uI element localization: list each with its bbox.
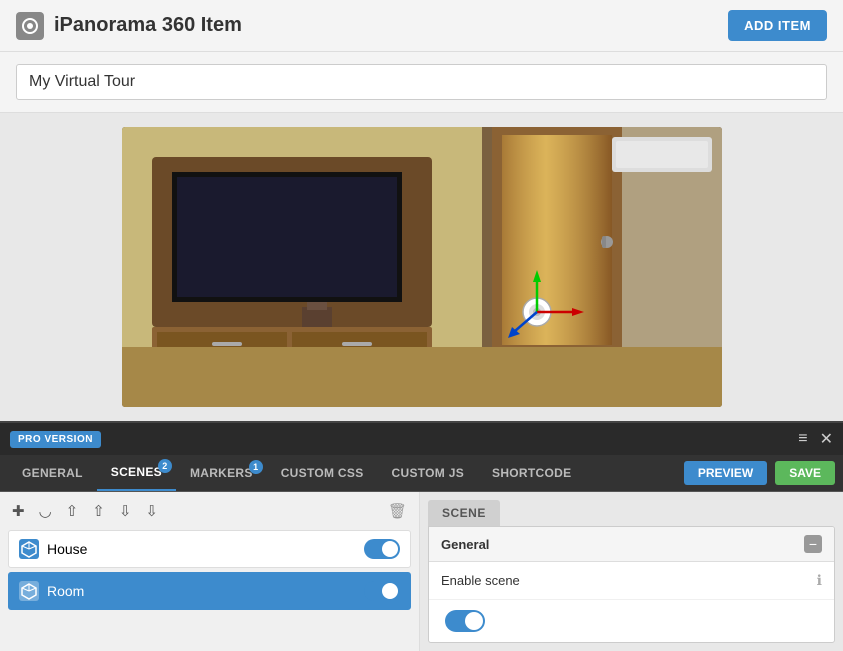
tab-shortcode[interactable]: SHORTCODE (478, 456, 585, 490)
menu-icon[interactable]: ≡ (798, 430, 807, 448)
scenes-toolbar: ✚ ◡ ⇧ ⇧ ⇩ ⇩ 🗑 (8, 500, 411, 522)
page-header: iPanorama 360 Item ADD ITEM (0, 0, 843, 52)
tab-scenes[interactable]: SCENES 2 (97, 455, 176, 491)
tab-custom-js[interactable]: CUSTOM JS (378, 456, 479, 490)
scene-item-house[interactable]: House (8, 530, 411, 568)
markers-badge: 1 (249, 460, 263, 474)
collapse-general-button[interactable]: − (804, 535, 822, 553)
tab-custom-css[interactable]: CUSTOM CSS (267, 456, 378, 490)
tab-markers[interactable]: MARKERS 1 (176, 456, 267, 490)
pro-bar-icons: ≡ ✕ (798, 429, 833, 449)
scene-cube-icon-room (19, 581, 39, 601)
general-section-title: General (441, 537, 489, 552)
delete-scene-button[interactable]: 🗑 (384, 500, 411, 522)
scene-cube-icon (19, 539, 39, 559)
house-toggle[interactable] (364, 539, 400, 559)
preview-section (0, 113, 843, 421)
preview-image (122, 127, 722, 407)
panorama-icon (16, 12, 44, 40)
content-area: ✚ ◡ ⇧ ⇧ ⇩ ⇩ 🗑 House (0, 492, 843, 651)
move-up-button[interactable]: ⇧ (88, 500, 109, 522)
tabs-right-buttons: PREVIEW SAVE (684, 455, 835, 491)
tab-general[interactable]: GENERAL (8, 456, 97, 490)
scenes-panel: ✚ ◡ ⇧ ⇧ ⇩ ⇩ 🗑 House (0, 492, 420, 651)
bottom-panel: PRO VERSION ≡ ✕ GENERAL SCENES 2 MARKERS… (0, 421, 843, 651)
room-scene-svg (122, 127, 722, 407)
enable-scene-toggle-row (429, 600, 834, 642)
close-icon[interactable]: ✕ (820, 429, 833, 449)
preview-button[interactable]: PREVIEW (684, 461, 767, 485)
scene-tab-label[interactable]: SCENE (428, 500, 500, 526)
move-down-button[interactable]: ⇩ (115, 500, 136, 522)
page-title: iPanorama 360 Item (54, 14, 242, 37)
general-section-header: General − (429, 527, 834, 562)
tour-name-section (0, 52, 843, 113)
import-scene-button[interactable]: ⇩ (141, 500, 162, 522)
enable-scene-toggle[interactable] (445, 610, 485, 632)
export-scene-button[interactable]: ⇧ (62, 500, 83, 522)
save-button[interactable]: SAVE (775, 461, 835, 485)
room-toggle[interactable] (364, 581, 400, 601)
scene-label-room: Room (47, 583, 364, 599)
page-title-group: iPanorama 360 Item (16, 12, 242, 40)
scene-item-room[interactable]: Room (8, 572, 411, 610)
pro-badge: PRO VERSION (10, 431, 101, 448)
copy-scene-button[interactable]: ◡ (35, 500, 56, 522)
enable-scene-row: Enable scene ℹ (429, 562, 834, 600)
enable-scene-label: Enable scene (441, 573, 520, 588)
scene-label-house: House (47, 541, 364, 557)
tour-name-input[interactable] (16, 64, 827, 100)
add-scene-button[interactable]: ✚ (8, 500, 29, 522)
info-icon: ℹ (817, 572, 822, 589)
scenes-badge: 2 (158, 459, 172, 473)
scene-settings-body: General − Enable scene ℹ (428, 526, 835, 643)
pro-bar: PRO VERSION ≡ ✕ (0, 423, 843, 455)
add-item-button[interactable]: ADD ITEM (728, 10, 827, 41)
scene-settings-panel: SCENE General − Enable scene ℹ (420, 492, 843, 651)
tabs-bar: GENERAL SCENES 2 MARKERS 1 CUSTOM CSS CU… (0, 455, 843, 492)
